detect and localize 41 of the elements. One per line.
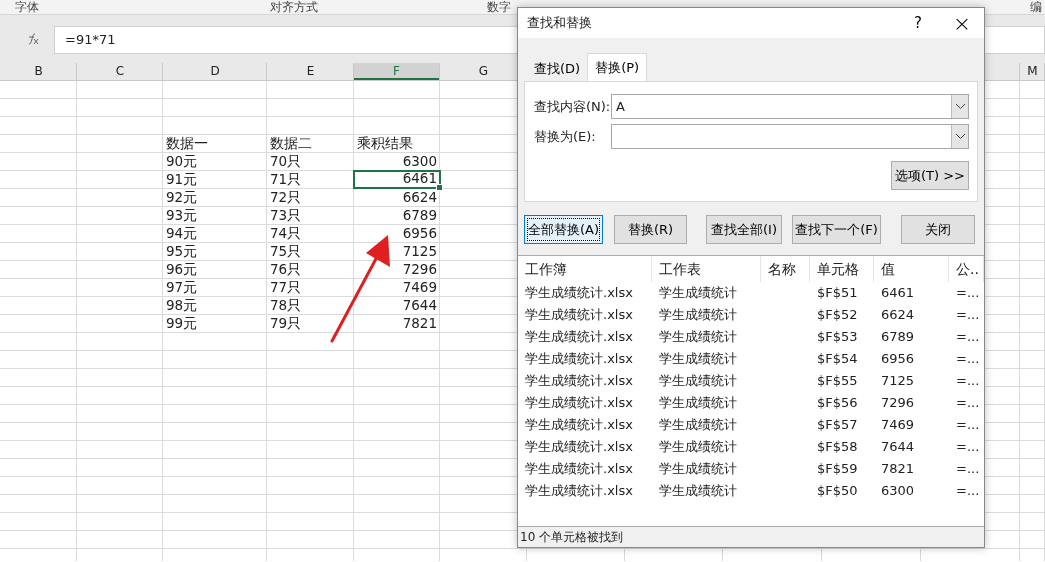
table-cell-text: 99元 <box>165 315 199 332</box>
table-cell-text: 91元 <box>165 171 199 188</box>
table-cell-text: 97元 <box>165 279 199 296</box>
table-cell-text: 数据二 <box>269 135 313 152</box>
table-cell-text: 92元 <box>165 189 199 206</box>
ribbon-group-label: 编 <box>1030 0 1042 14</box>
dialog-title: 查找和替换 <box>527 14 593 32</box>
table-cell-text: 7469 <box>401 279 438 296</box>
table-cell-text: 数据一 <box>165 135 209 152</box>
table-cell-text: 95元 <box>165 243 199 260</box>
table-cell-text: 74只 <box>269 225 303 242</box>
field-label: 替换为(E): <box>534 127 597 146</box>
ribbon-group-label: 对齐方式 <box>270 0 318 14</box>
table-cell-text: 70只 <box>269 153 303 170</box>
table-cell-text: 75只 <box>269 243 303 260</box>
table-cell-text: 93元 <box>165 207 199 224</box>
table-cell-text: 7296 <box>401 261 438 278</box>
table-cell-text: 94元 <box>165 225 199 242</box>
table-cell: 6461 <box>353 170 441 189</box>
ribbon-group-label: 数字 <box>487 0 511 14</box>
table-cell-text: 76只 <box>269 261 303 278</box>
table-cell-text: 6789 <box>401 207 438 224</box>
table-cell-text: 7125 <box>401 243 438 260</box>
ribbon-group-label: 字体 <box>15 0 39 14</box>
table-cell-text: 6624 <box>401 189 438 206</box>
table-cell-text: 71只 <box>269 171 303 188</box>
table-cell-text: 77只 <box>269 279 303 296</box>
table-cell-text: 6956 <box>401 225 438 242</box>
table-cell-text: 7644 <box>401 297 438 314</box>
table-cell-text: 6300 <box>401 153 438 170</box>
table-cell-text: 96元 <box>165 261 199 278</box>
table-cell-text: 乘积结果 <box>356 135 414 152</box>
table-cell-text: 7821 <box>401 315 438 332</box>
table-cell-text: 73只 <box>269 207 303 224</box>
field-label: 查找内容(N): <box>534 97 611 116</box>
table-cell-text: 72只 <box>269 189 303 206</box>
table-cell-text: 79只 <box>269 315 303 332</box>
table-cell-text: 78只 <box>269 297 303 314</box>
table-cell-text: 98元 <box>165 297 199 314</box>
status-bar: 10 个单元格被找到 <box>518 526 984 547</box>
table-cell-text: 90元 <box>165 153 199 170</box>
